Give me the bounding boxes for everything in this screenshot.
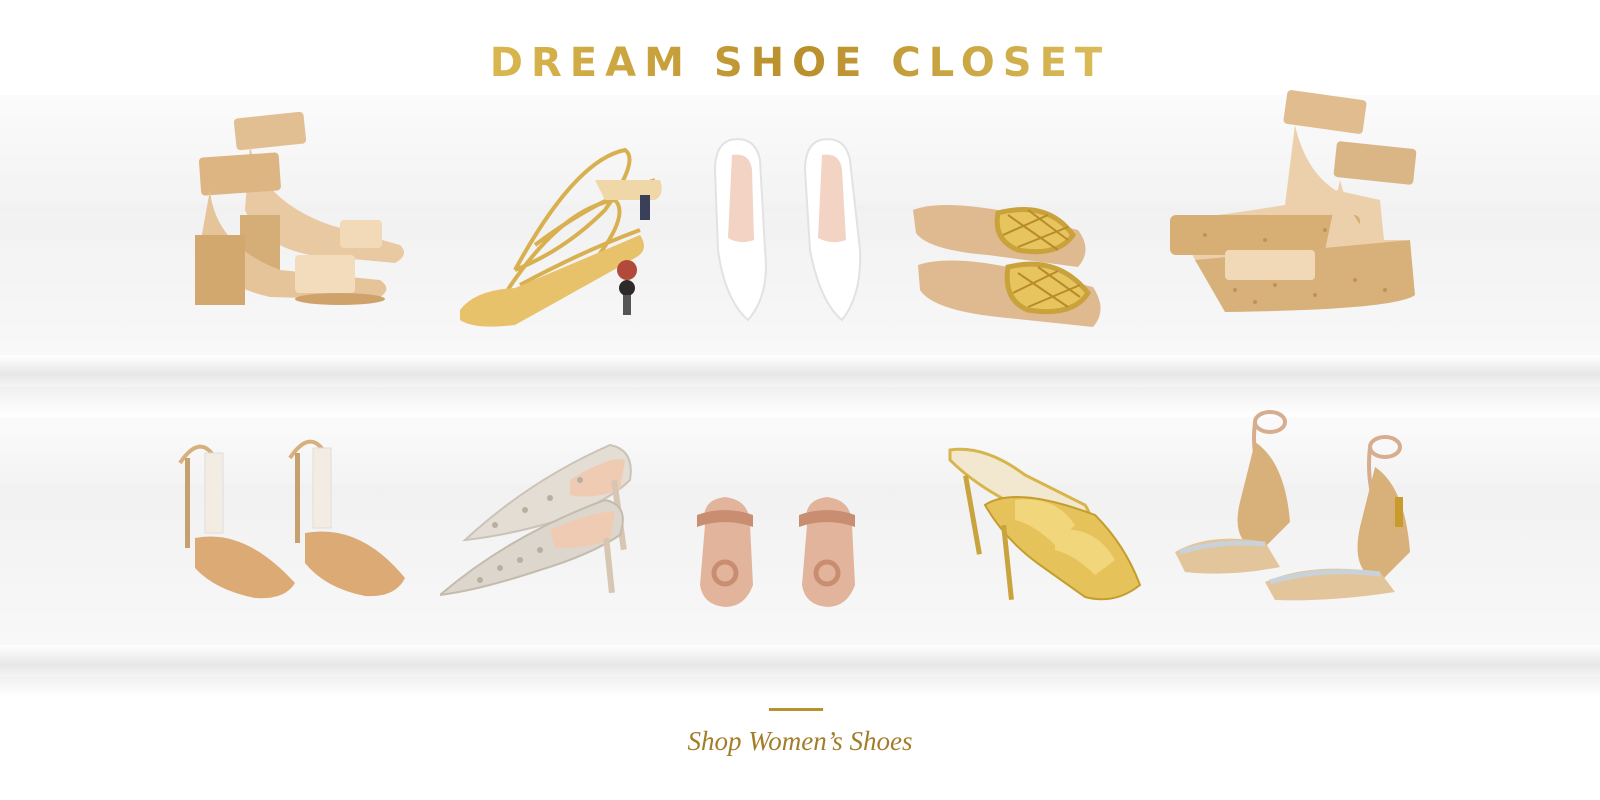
product-gold-metallic-heel-slides[interactable] bbox=[945, 445, 1145, 605]
shelf-2-edge bbox=[0, 645, 1600, 677]
slingback-icon bbox=[178, 439, 405, 599]
cta-divider bbox=[769, 708, 823, 711]
product-rose-toe-ring-flat-sandals[interactable] bbox=[695, 495, 885, 610]
sandal-strappy-icon bbox=[460, 147, 662, 327]
shelf-2-shadow bbox=[0, 677, 1600, 697]
product-gold-woven-flat-slides[interactable] bbox=[908, 195, 1113, 335]
wedge-strappy-icon bbox=[1175, 410, 1410, 601]
wedge-platform-icon bbox=[1170, 90, 1417, 312]
product-nude-ankle-strap-cork-platform-wedges[interactable] bbox=[1165, 90, 1420, 315]
sandal-heel-icon bbox=[195, 111, 404, 305]
product-gold-strappy-sculpted-heel-sandals[interactable] bbox=[455, 140, 680, 335]
page: DREAM SHOE CLOSET Shop Women’s Shoes bbox=[0, 0, 1600, 800]
product-snakeskin-pointed-mules[interactable] bbox=[440, 440, 640, 600]
pump-icon bbox=[713, 138, 862, 322]
mule-icon bbox=[440, 443, 632, 597]
slide-flat-icon bbox=[913, 205, 1101, 327]
shelf-1-edge bbox=[0, 355, 1600, 387]
shop-womens-shoes-link[interactable]: Shop Women’s Shoes bbox=[0, 726, 1600, 757]
product-nude-strappy-cork-wedge-sandals[interactable] bbox=[1170, 402, 1425, 602]
toe-ring-sandal-icon bbox=[697, 497, 855, 607]
product-tan-suede-slingback-pumps[interactable] bbox=[165, 428, 410, 603]
heel-slide-icon bbox=[948, 447, 1142, 601]
product-nude-ankle-strap-cork-heel-sandals[interactable] bbox=[190, 105, 420, 310]
product-white-pointed-pumps[interactable] bbox=[710, 130, 870, 325]
page-title: DREAM SHOE CLOSET bbox=[0, 40, 1600, 86]
